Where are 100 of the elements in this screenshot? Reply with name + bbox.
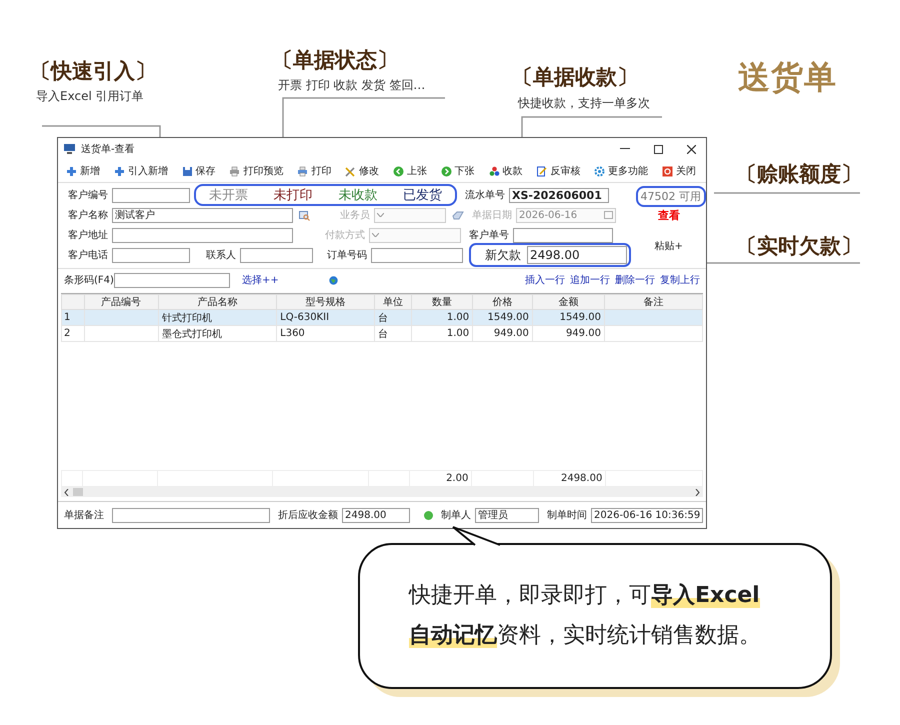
close-icon[interactable] xyxy=(687,144,696,154)
page-title: 送货单 xyxy=(738,57,837,98)
field-label: 付款方式 xyxy=(325,228,366,242)
input-field[interactable]: 2498.00 xyxy=(342,508,410,522)
total-cell: 2.00 xyxy=(446,473,468,484)
toolbar-button[interactable]: 上张 xyxy=(392,164,427,178)
field-label: 业务员 xyxy=(340,208,371,222)
input-field[interactable]: 2498.00 xyxy=(527,246,627,264)
app-icon xyxy=(64,144,75,154)
field-label: 制单时间 xyxy=(547,508,587,522)
horizontal-scrollbar[interactable] xyxy=(61,487,703,497)
scrollbar-thumb[interactable] xyxy=(73,488,83,496)
field-label: 流水单号 xyxy=(465,188,506,202)
gear-icon xyxy=(594,166,606,176)
toolbar-button[interactable]: 新增 xyxy=(66,164,100,178)
eraser-icon[interactable] xyxy=(452,210,464,220)
table-row[interactable]: 2 墨仓式打印机 L360 台 1.00 949.00 949.00 xyxy=(62,326,702,342)
close-icon xyxy=(662,166,673,176)
field-label: 客户单号 xyxy=(469,228,510,242)
bubble-text: 快捷开单，即录即打，可导入Excel自动记忆资料，实时统计销售数据。 xyxy=(409,582,762,650)
toolbar-button[interactable]: 打印预览 xyxy=(229,164,284,178)
input-field[interactable] xyxy=(112,228,293,242)
toolbar-button[interactable]: 收款 xyxy=(488,164,522,178)
column-header[interactable]: 单位 xyxy=(374,294,412,310)
column-header[interactable]: 产品编号 xyxy=(84,294,158,310)
table-cell: 墨仓式打印机 xyxy=(162,328,222,340)
input-field[interactable] xyxy=(112,188,190,202)
table-cell: 949.00 xyxy=(566,328,601,339)
toolbar-button[interactable]: 关闭 xyxy=(662,164,696,178)
column-header[interactable]: 备注 xyxy=(604,294,702,310)
callout-title: 〔赊账额度〕 xyxy=(736,161,862,188)
field-label: 客户电话 xyxy=(68,248,109,262)
paste-link[interactable]: 粘贴+ xyxy=(654,239,683,253)
select-link[interactable]: 选择++ xyxy=(242,273,279,287)
scroll-right-icon[interactable] xyxy=(695,488,700,496)
printer-icon xyxy=(229,166,240,176)
field-label: 单据备注 xyxy=(64,508,105,522)
field-label: 单据日期 xyxy=(472,208,513,222)
toolbar-button[interactable]: 反审核 xyxy=(536,164,580,178)
toolbar-button[interactable]: 更多功能 xyxy=(594,164,648,178)
scroll-left-icon[interactable] xyxy=(64,488,69,496)
save-icon xyxy=(182,166,193,176)
toolbar-button[interactable]: 打印 xyxy=(297,164,332,178)
column-header[interactable]: 价格 xyxy=(472,294,532,310)
table-cell: LQ-630KII xyxy=(280,312,330,323)
view-link[interactable]: 查看 xyxy=(658,208,680,223)
input-field[interactable]: 2026-06-16 10:36:59 xyxy=(591,508,704,522)
caret-icon xyxy=(377,213,384,217)
row-action-link[interactable]: 追加一行 xyxy=(570,273,610,287)
column-header[interactable]: 型号规格 xyxy=(276,294,375,310)
row-action-link[interactable]: 删除一行 xyxy=(615,273,655,287)
field-label: 联系人 xyxy=(206,248,237,262)
input-field[interactable] xyxy=(112,248,190,262)
document-icon xyxy=(536,166,548,176)
field-label: 客户编号 xyxy=(68,188,109,202)
table-cell: 台 xyxy=(378,328,388,340)
plus-icon xyxy=(114,166,125,176)
callout-subtitle: 导入Excel 引用订单 xyxy=(36,88,145,105)
input-field[interactable] xyxy=(371,248,463,262)
maximize-icon[interactable] xyxy=(654,144,663,154)
field-label: 折后应收金额 xyxy=(278,508,338,522)
toolbar-button[interactable]: 下张 xyxy=(440,164,475,178)
column-header[interactable]: 金额 xyxy=(532,294,604,310)
callout-title: 〔快速引入〕 xyxy=(30,58,156,85)
dots-icon xyxy=(488,166,500,176)
status-dot xyxy=(424,510,433,520)
tools-icon xyxy=(345,166,356,176)
column-header[interactable]: 数量 xyxy=(412,294,473,310)
field-label: 订单号码 xyxy=(327,248,368,262)
toolbar-button[interactable]: 引入新增 xyxy=(114,164,168,178)
calendar-icon xyxy=(604,211,613,219)
status-label: 未收款 xyxy=(338,187,378,204)
input-field[interactable] xyxy=(513,228,613,242)
barcode-field[interactable] xyxy=(114,272,230,288)
table-cell: 1549.00 xyxy=(487,312,529,323)
status-label: 未打印 xyxy=(274,187,313,204)
status-label: 已发货 xyxy=(403,187,442,204)
input-field[interactable] xyxy=(240,248,313,262)
search-icon[interactable] xyxy=(299,210,310,220)
toolbar-button[interactable]: 修改 xyxy=(345,164,380,178)
field-label: 客户地址 xyxy=(68,228,109,242)
callout-title: 〔实时欠款〕 xyxy=(736,233,862,260)
column-header[interactable]: 产品名称 xyxy=(158,294,277,310)
globe-icon[interactable] xyxy=(328,276,338,284)
table-cell: 1549.00 xyxy=(560,312,601,323)
row-action-link[interactable]: 插入一行 xyxy=(525,273,565,287)
input-field[interactable]: 管理员 xyxy=(475,508,539,522)
table-row[interactable]: 1 针式打印机 LQ-630KII 台 1.00 1549.00 1549.00 xyxy=(62,310,702,326)
input-field[interactable]: 测试客户 xyxy=(112,208,293,222)
row-action-link[interactable]: 复制上行 xyxy=(660,273,700,287)
window-title: 送货单-查看 xyxy=(81,142,135,156)
toolbar-button[interactable]: 保存 xyxy=(182,164,216,178)
credit-badge: 47502 可用 xyxy=(636,186,706,207)
input-field[interactable]: XS-202606001 xyxy=(509,188,609,202)
total-cell: 2498.00 xyxy=(560,473,602,484)
minimize-icon[interactable] xyxy=(620,148,630,150)
input-field[interactable] xyxy=(112,508,270,522)
callout-title: 〔单据状态〕 xyxy=(272,47,399,74)
status-label: 未开票 xyxy=(208,187,248,204)
callout-subtitle: 快捷收款，支持一单多次 xyxy=(518,95,650,112)
